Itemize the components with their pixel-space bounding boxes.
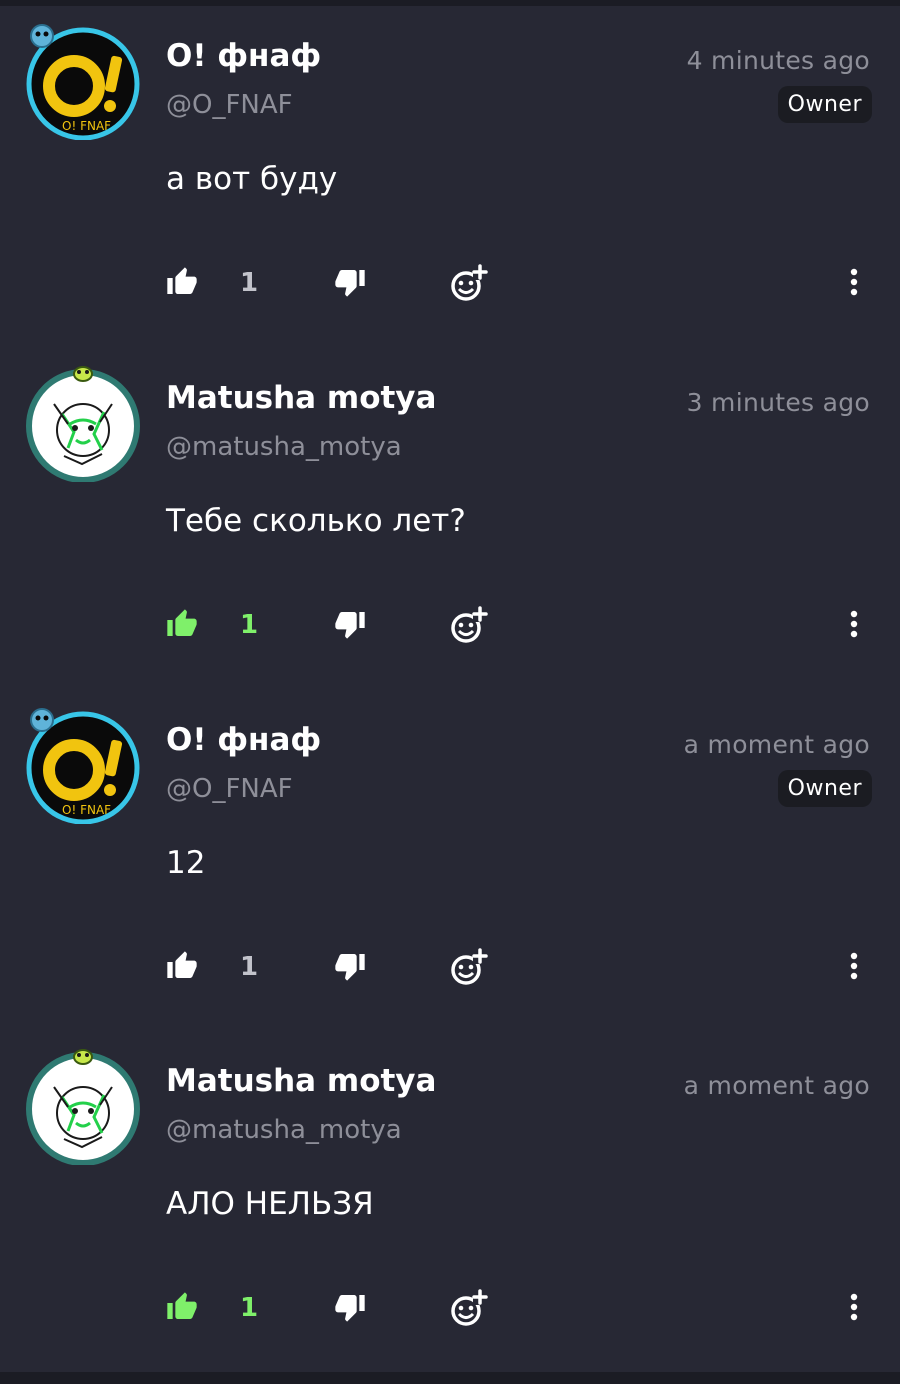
dislike-button[interactable] — [334, 1291, 366, 1323]
more-options-button[interactable] — [846, 952, 862, 980]
owner-badge: Owner — [777, 770, 872, 807]
comment-actions: 1 — [0, 598, 900, 654]
more-vertical-icon — [846, 268, 862, 296]
author-name[interactable]: Matusha motya — [166, 380, 436, 416]
like-count: 1 — [240, 610, 259, 640]
avatar[interactable]: O! FNAF — [24, 22, 142, 140]
comment-actions: 1 — [0, 940, 900, 996]
timestamp: a moment ago — [683, 730, 870, 759]
add-reaction-button[interactable] — [448, 604, 490, 646]
thumbs-up-icon — [166, 266, 198, 298]
author-name[interactable]: O! фнаф — [166, 722, 321, 758]
avatar[interactable]: O! FNAF — [24, 706, 142, 824]
author-name[interactable]: Matusha motya — [166, 1063, 436, 1099]
comment-text: 12 — [166, 845, 206, 881]
thumbs-down-icon — [334, 950, 366, 982]
author-name[interactable]: O! фнаф — [166, 38, 321, 74]
add-reaction-icon — [448, 1287, 490, 1329]
add-reaction-button[interactable] — [448, 1287, 490, 1329]
comment-item: Matusha motya @matusha_motya 3 minutes a… — [0, 350, 900, 692]
add-reaction-icon — [448, 604, 490, 646]
more-vertical-icon — [846, 1293, 862, 1321]
dislike-button[interactable] — [334, 266, 366, 298]
more-options-button[interactable] — [846, 610, 862, 638]
more-vertical-icon — [846, 610, 862, 638]
like-button[interactable] — [166, 608, 198, 640]
thumbs-down-icon — [334, 1291, 366, 1323]
dislike-button[interactable] — [334, 608, 366, 640]
add-reaction-button[interactable] — [448, 262, 490, 304]
owner-badge: Owner — [777, 86, 872, 123]
more-vertical-icon — [846, 952, 862, 980]
author-handle: @O_FNAF — [166, 90, 293, 120]
thumbs-up-icon — [166, 950, 198, 982]
comment-actions: 1 — [0, 1281, 900, 1337]
comment-item: Matusha motya @matusha_motya a moment ag… — [0, 1033, 900, 1372]
comment-text: а вот буду — [166, 161, 338, 197]
like-count: 1 — [240, 952, 259, 982]
svg-text:O! FNAF: O! FNAF — [62, 803, 111, 817]
thumbs-down-icon — [334, 608, 366, 640]
timestamp: a moment ago — [683, 1071, 870, 1100]
like-button[interactable] — [166, 950, 198, 982]
add-reaction-icon — [448, 946, 490, 988]
add-reaction-button[interactable] — [448, 946, 490, 988]
more-options-button[interactable] — [846, 268, 862, 296]
author-handle: @matusha_motya — [166, 1115, 402, 1145]
timestamp: 4 minutes ago — [686, 46, 870, 75]
comment-actions: 1 — [0, 256, 900, 312]
comment-text: АЛО НЕЛЬЗЯ — [166, 1186, 374, 1222]
comment-item: O! FNAF O! фнаф @O_FNAF 4 minutes ago Ow… — [0, 8, 900, 350]
like-button[interactable] — [166, 1291, 198, 1323]
thumbs-up-icon — [166, 1291, 198, 1323]
author-handle: @matusha_motya — [166, 432, 402, 462]
like-count: 1 — [240, 1293, 259, 1323]
comment-text: Тебе сколько лет? — [166, 503, 466, 539]
thumbs-up-icon — [166, 608, 198, 640]
comment-item: O! FNAF O! фнаф @O_FNAF a moment ago Own… — [0, 692, 900, 1034]
thumbs-down-icon — [334, 266, 366, 298]
timestamp: 3 minutes ago — [686, 388, 870, 417]
add-reaction-icon — [448, 262, 490, 304]
more-options-button[interactable] — [846, 1293, 862, 1321]
avatar[interactable] — [24, 364, 142, 482]
dislike-button[interactable] — [334, 950, 366, 982]
author-handle: @O_FNAF — [166, 774, 293, 804]
like-count: 1 — [240, 268, 259, 298]
like-button[interactable] — [166, 266, 198, 298]
comments-feed: O! FNAF O! фнаф @O_FNAF 4 minutes ago Ow… — [0, 6, 900, 1372]
avatar[interactable] — [24, 1047, 142, 1165]
svg-text:O! FNAF: O! FNAF — [62, 119, 111, 133]
